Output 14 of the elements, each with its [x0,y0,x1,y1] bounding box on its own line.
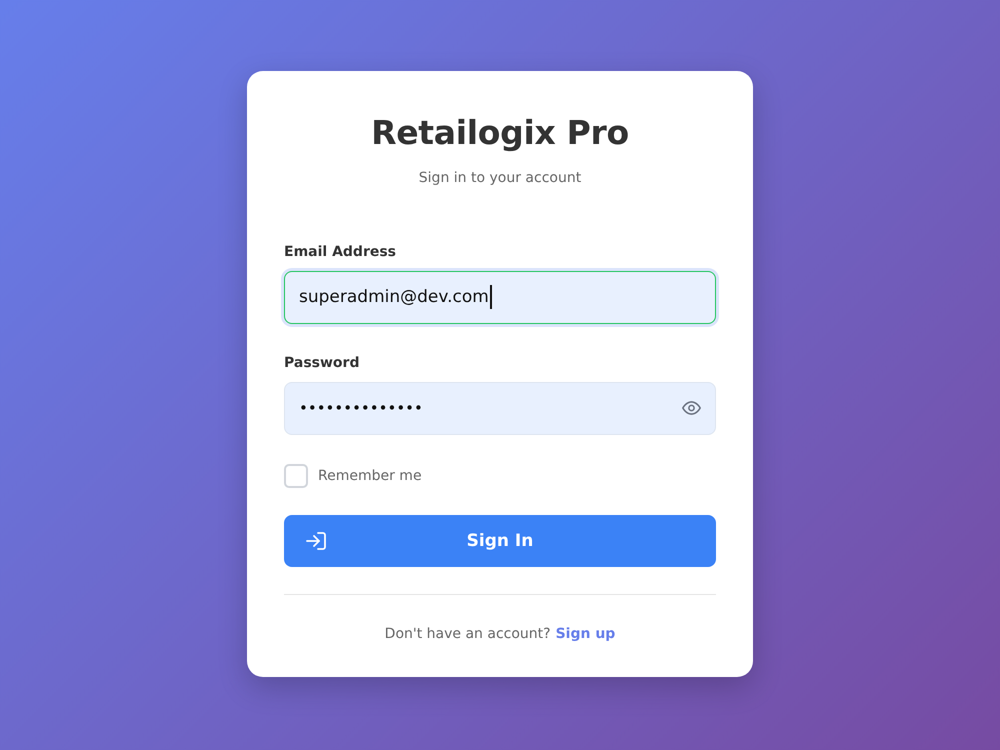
field-label: Email Address [284,244,398,260]
text-cursor-icon [490,285,492,310]
sign-in-button[interactable]: Sign In [284,514,716,567]
signup-prompt: Don't have an account? [384,626,551,642]
email-field[interactable]: superadmin@dev.com [284,270,716,324]
sign-up-link[interactable]: Sign up [556,626,616,642]
checkbox-label: Remember me [318,468,422,484]
subtitle: Sign in to your account [418,170,582,186]
password-field[interactable]: •••••••••••••• [284,382,716,435]
field-label: Password [284,354,360,371]
app-title: Retailogix Pro [371,113,629,153]
sign-in-icon [306,532,326,550]
eye-icon[interactable] [682,401,701,416]
remember-checkbox[interactable] [284,464,308,488]
